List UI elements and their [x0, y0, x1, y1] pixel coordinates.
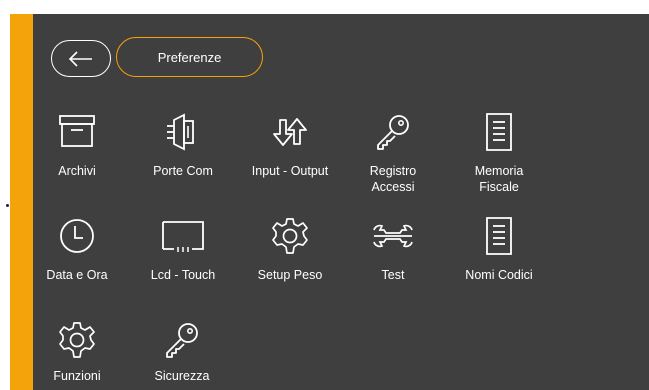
arrow-left-icon	[68, 50, 92, 67]
tile-nomi-codici[interactable]: Nomi Codici	[456, 216, 542, 286]
gear-icon	[272, 218, 308, 254]
preferences-button[interactable]: Preferenze	[116, 37, 263, 77]
tile-label: Sicurezza	[154, 369, 210, 383]
tile-data-e-ora[interactable]: Data e Ora	[38, 216, 116, 286]
tile-label: Setup Peso	[257, 268, 323, 282]
key-icon	[377, 115, 409, 150]
tile-registro-accessi[interactable]: Registro Accessi	[360, 112, 426, 200]
accent-sidebar	[10, 14, 33, 390]
lcd-display-icon	[162, 221, 204, 252]
edge-marker	[6, 204, 9, 207]
document-icon	[486, 217, 512, 255]
tile-label: Nomi Codici	[465, 268, 533, 282]
tile-archivi[interactable]: Archivi	[44, 112, 110, 182]
tile-label: Input - Output	[251, 164, 329, 178]
tile-label: Funzioni	[53, 369, 101, 383]
tile-label: Archivi	[58, 164, 96, 178]
tile-lcd-touch[interactable]: Lcd - Touch	[140, 216, 226, 286]
serial-port-icon	[167, 113, 194, 151]
tile-label: Test	[381, 268, 405, 282]
document-icon	[486, 113, 512, 151]
tile-label: Registro Accessi	[369, 164, 417, 194]
tile-sicurezza[interactable]: Sicurezza	[146, 320, 218, 386]
tile-porte-com[interactable]: Porte Com	[140, 112, 226, 182]
clock-icon	[60, 219, 94, 253]
left-border	[0, 14, 10, 390]
tile-label: Memoria Fiscale	[474, 164, 524, 194]
tile-label: Lcd - Touch	[150, 268, 216, 282]
key-icon	[166, 323, 198, 358]
input-output-arrows-icon	[273, 118, 307, 146]
top-border	[0, 0, 649, 14]
tile-test[interactable]: Test	[360, 216, 426, 286]
gear-icon	[59, 322, 95, 358]
back-button[interactable]	[51, 40, 111, 77]
tile-input-output[interactable]: Input - Output	[237, 112, 343, 182]
wrench-icon	[373, 224, 413, 248]
tile-setup-peso[interactable]: Setup Peso	[244, 216, 336, 286]
tile-label: Data e Ora	[46, 268, 108, 282]
tile-memoria-fiscale[interactable]: Memoria Fiscale	[466, 112, 532, 200]
tile-funzioni[interactable]: Funzioni	[42, 320, 112, 386]
archive-box-icon	[59, 115, 95, 147]
tile-label: Porte Com	[153, 164, 213, 178]
